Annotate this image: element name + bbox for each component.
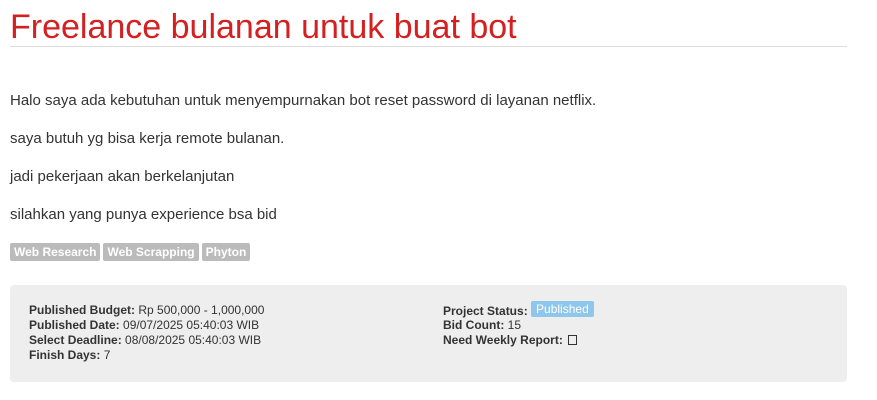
finish-days-label: Finish Days: [29,348,101,362]
published-date-label: Published Date: [29,318,120,332]
checkbox-icon [568,335,578,345]
project-info-panel: Published Budget: Rp 500,000 - 1,000,000… [10,285,847,382]
need-weekly-report-label: Need Weekly Report: [443,333,563,347]
page-title: Freelance bulanan untuk buat bot [10,8,517,46]
status-badge: Published [531,301,594,317]
select-deadline-value: 08/08/2025 05:40:03 WIB [125,333,262,347]
published-budget-value: Rp 500,000 - 1,000,000 [138,303,265,317]
select-deadline-row: Select Deadline: 08/08/2025 05:40:03 WIB [29,333,264,348]
project-status-row: Project Status: Published [443,301,594,318]
select-deadline-label: Select Deadline: [29,333,122,347]
published-budget-label: Published Budget: [29,303,135,317]
finish-days-row: Finish Days: 7 [29,348,264,363]
bid-count-label: Bid Count: [443,318,505,332]
description-paragraph: Halo saya ada kebutuhan untuk menyempurn… [10,92,597,109]
bid-count-row: Bid Count: 15 [443,318,594,333]
description-paragraph: jadi pekerjaan akan berkelanjutan [10,168,235,185]
info-column-right: Project Status: Published Bid Count: 15 … [443,301,594,348]
project-description: Halo saya ada kebutuhan untuk menyempurn… [10,91,847,224]
project-status-label: Project Status: [443,304,528,318]
bid-count-value: 15 [507,318,522,332]
description-paragraph: silahkan yang punya experience bsa bid [10,206,277,223]
published-budget-row: Published Budget: Rp 500,000 - 1,000,000 [29,303,264,318]
skill-tags: Web Research Web Scrapping Phyton [10,243,847,261]
description-paragraph: saya butuh yg bisa kerja remote bulanan. [10,130,285,147]
title-divider [10,46,847,47]
finish-days-value: 7 [103,348,111,362]
tag-phyton[interactable]: Phyton [201,243,251,261]
project-page: Freelance bulanan untuk buat bot Halo sa… [10,0,847,382]
info-column-left: Published Budget: Rp 500,000 - 1,000,000… [29,303,264,363]
tag-web-scrapping[interactable]: Web Scrapping [103,243,199,261]
tag-web-research[interactable]: Web Research [10,243,101,261]
need-weekly-report-row: Need Weekly Report: [443,333,594,348]
published-date-value: 09/07/2025 05:40:03 WIB [123,318,260,332]
published-date-row: Published Date: 09/07/2025 05:40:03 WIB [29,318,264,333]
